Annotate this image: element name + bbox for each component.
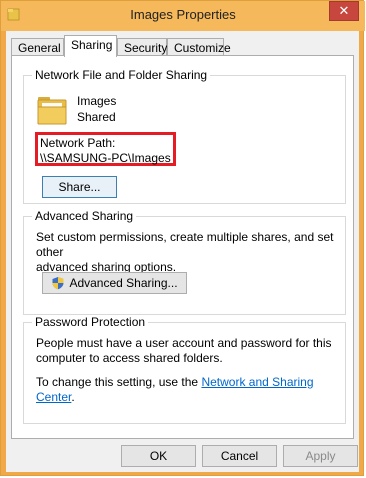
advanced-sharing-button[interactable]: Advanced Sharing...: [42, 272, 187, 294]
tab-security[interactable]: Security: [117, 38, 167, 56]
password-description-line: People must have a user account and pass…: [36, 336, 332, 350]
cancel-button[interactable]: Cancel: [202, 445, 277, 467]
close-button[interactable]: ✕: [329, 1, 359, 21]
password-description-line: computer to access shared folders.: [36, 351, 223, 365]
password-change-text: To change this setting, use the Network …: [36, 375, 345, 405]
password-description: People must have a user account and pass…: [36, 336, 332, 366]
network-group-title: Network File and Folder Sharing: [32, 68, 211, 82]
tab-sharing[interactable]: Sharing: [64, 35, 117, 57]
network-sharing-group: Network File and Folder Sharing Images S…: [23, 68, 346, 204]
ok-button[interactable]: OK: [121, 445, 196, 467]
folder-icon: [37, 97, 67, 125]
close-icon: ✕: [338, 3, 350, 18]
password-change-prefix: To change this setting, use the: [36, 375, 202, 389]
folder-share-status: Shared: [77, 110, 116, 124]
apply-button[interactable]: Apply: [283, 445, 358, 467]
password-group-title: Password Protection: [32, 315, 149, 329]
dialog-client: General Sharing Security Customize Netwo…: [6, 31, 359, 472]
advanced-description-line: Set custom permissions, create multiple …: [36, 230, 334, 259]
advanced-sharing-group: Advanced Sharing Set custom permissions,…: [23, 209, 346, 315]
share-button[interactable]: Share...: [42, 176, 117, 198]
advanced-group-title: Advanced Sharing: [32, 209, 137, 223]
advanced-sharing-button-label: Advanced Sharing...: [69, 276, 178, 290]
folder-name: Images: [77, 94, 117, 108]
shield-icon: [52, 277, 64, 290]
network-path-label: Network Path:: [40, 136, 116, 150]
password-protection-group: Password Protection People must have a u…: [23, 315, 346, 424]
advanced-description: Set custom permissions, create multiple …: [36, 230, 345, 275]
window-title: Images Properties: [130, 7, 236, 22]
tab-customize[interactable]: Customize: [167, 38, 231, 56]
network-path-value: \\SAMSUNG-PC\Images: [40, 151, 171, 165]
password-change-suffix: .: [71, 390, 75, 404]
sharing-panel: Network File and Folder Sharing Images S…: [11, 55, 354, 439]
properties-window: Images Properties ✕ General Sharing Secu…: [0, 0, 365, 476]
tab-general[interactable]: General: [11, 38, 64, 56]
title-bar[interactable]: Images Properties ✕: [1, 1, 365, 31]
